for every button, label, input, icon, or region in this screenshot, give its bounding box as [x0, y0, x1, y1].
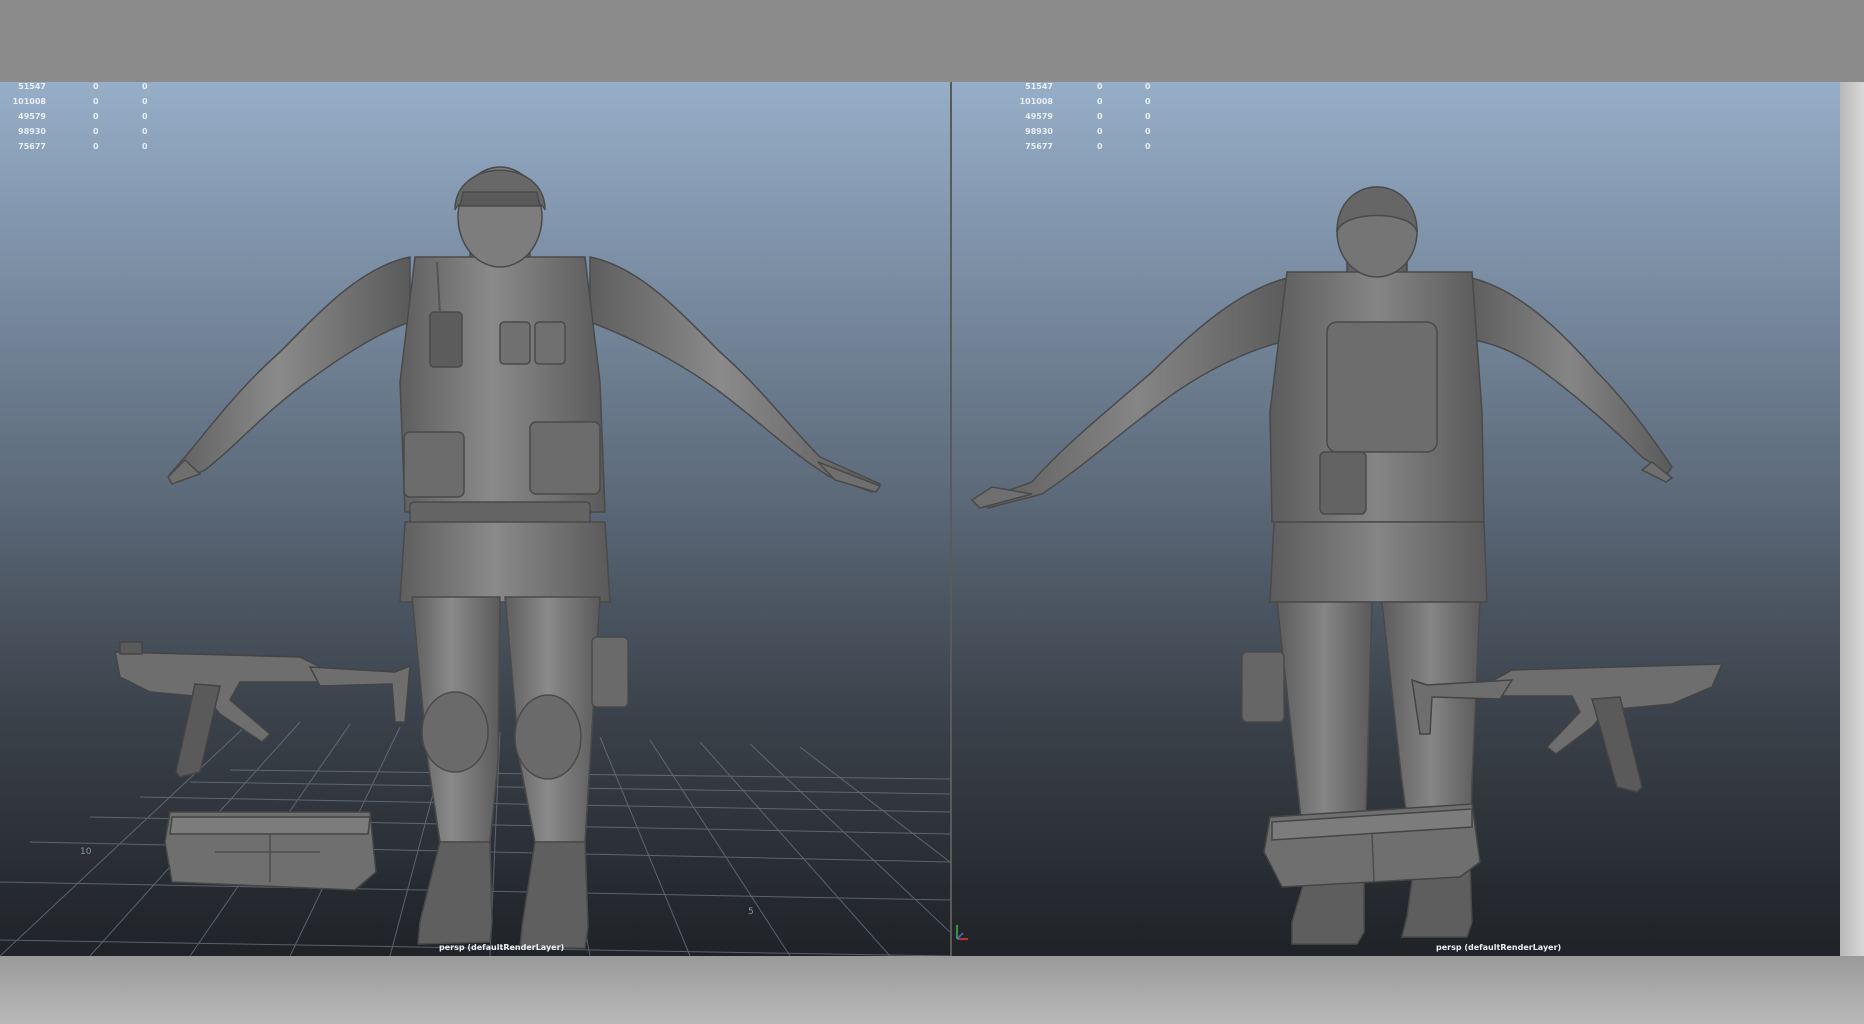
- hud-value: 75677: [18, 142, 46, 151]
- right-margin: [1840, 82, 1864, 956]
- hud-value: 51547: [1025, 82, 1053, 91]
- hud-value: 0: [1097, 112, 1103, 121]
- hud-value: 0: [1145, 112, 1151, 121]
- viewport-front[interactable]: 10 5 51547 0 0 101008 0 0 49579 0 0 9893…: [0, 82, 950, 956]
- poly-count-hud: 51547 0 0 101008 0 0 49579 0 0 98930 0 0…: [0, 82, 160, 157]
- bottom-margin: [0, 956, 1864, 1024]
- hud-value: 0: [142, 97, 148, 106]
- poly-count-hud: 51547 0 0 101008 0 0 49579 0 0 98930 0 0…: [952, 82, 1151, 157]
- hud-value: 98930: [1025, 127, 1053, 136]
- hud-value: 0: [93, 97, 99, 106]
- viewport-back[interactable]: 51547 0 0 101008 0 0 49579 0 0 98930 0 0…: [952, 82, 1840, 956]
- hud-value: 0: [1145, 127, 1151, 136]
- hud-value: 0: [93, 82, 99, 91]
- axis-gizmo-icon: [956, 925, 968, 940]
- camera-label: persp (defaultRenderLayer): [439, 943, 565, 952]
- hud-row: 75677 0 0: [0, 142, 160, 157]
- hud-value: 0: [142, 142, 148, 151]
- hud-value: 0: [142, 82, 148, 91]
- front-scene: 10 5: [0, 166, 950, 956]
- hud-value: 0: [1097, 142, 1103, 151]
- hud-value: 51547: [18, 82, 46, 91]
- hud-value: 0: [1097, 82, 1103, 91]
- hud-value: 75677: [1025, 142, 1053, 151]
- hud-row: 75677 0 0: [952, 142, 1150, 157]
- hud-value: 0: [142, 127, 148, 136]
- hud-value: 0: [1097, 127, 1103, 136]
- hud-value: 0: [1145, 97, 1151, 106]
- hud-value: 49579: [1025, 112, 1053, 121]
- hud-value: 98930: [18, 127, 46, 136]
- back-scene: [970, 186, 1724, 945]
- rifle-model-front: [114, 641, 411, 778]
- hud-row: 51547 0 0: [0, 82, 160, 97]
- hud-value: 0: [93, 127, 99, 136]
- grid-number: 5: [748, 907, 754, 917]
- hud-row: 98930 0 0: [952, 127, 1150, 142]
- hud-value: 101008: [12, 97, 46, 106]
- case-model-back: [1263, 803, 1481, 888]
- camera-label: persp (defaultRenderLayer): [1436, 943, 1562, 952]
- grid-number: 10: [80, 847, 92, 857]
- hud-row: 98930 0 0: [0, 127, 160, 142]
- case-model-front: [164, 811, 377, 891]
- hud-value: 0: [1145, 82, 1151, 91]
- hud-value: 49579: [18, 112, 46, 121]
- hud-value: 0: [93, 112, 99, 121]
- hud-row: 49579 0 0: [0, 112, 160, 127]
- hud-value: 0: [1097, 97, 1103, 106]
- hud-row: 101008 0 0: [952, 97, 1151, 112]
- hud-value: 101008: [1019, 97, 1053, 106]
- hud-row: 49579 0 0: [952, 112, 1150, 127]
- hud-row: 101008 0 0: [0, 97, 160, 112]
- hud-value: 0: [142, 112, 148, 121]
- hud-value: 0: [93, 142, 99, 151]
- hud-value: 0: [1145, 142, 1151, 151]
- hud-row: 51547 0 0: [952, 82, 1150, 97]
- top-margin: [0, 0, 1864, 82]
